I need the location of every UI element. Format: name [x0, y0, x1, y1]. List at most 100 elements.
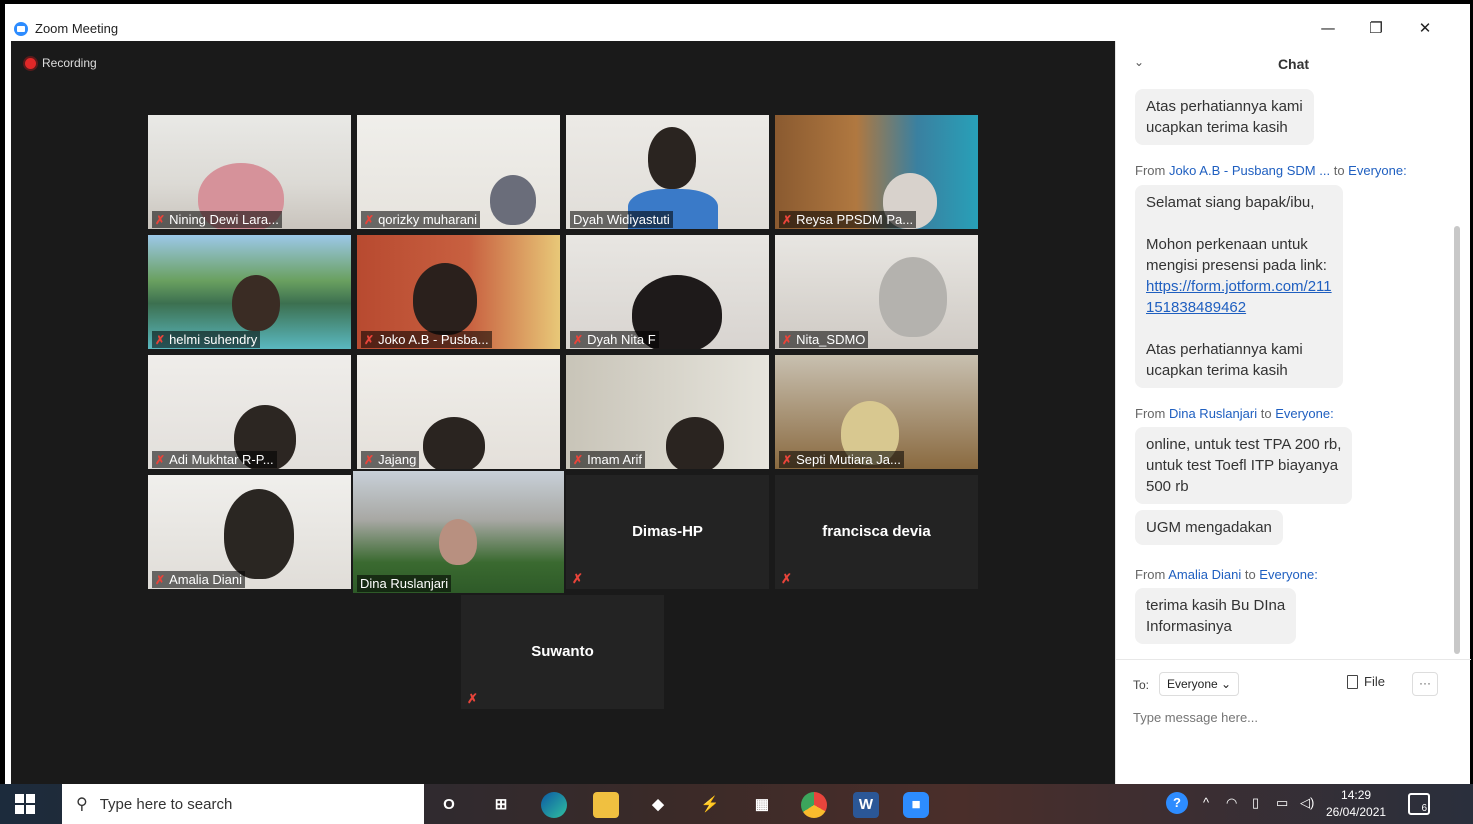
title-bar: Zoom Meeting — ❐ ✕ [5, 4, 1470, 42]
presence-link[interactable]: https://form.jotform.com/211 [1146, 276, 1332, 297]
edge-icon[interactable] [541, 792, 567, 818]
dropbox-icon[interactable]: ◆ [645, 792, 671, 818]
participant-name: Dyah Nita F [587, 332, 656, 347]
participant-name: Dina Ruslanjari [360, 576, 449, 591]
participant-name: Reysa PPSDM Pa... [796, 212, 914, 227]
keyboard-icon[interactable]: ▭ [1276, 795, 1288, 811]
chat-header: ⌄ Chat [1116, 41, 1471, 81]
restore-button[interactable]: ❐ [1361, 16, 1391, 40]
sender-link[interactable]: Amalia Diani [1168, 567, 1241, 582]
taskbar-clock[interactable]: 14:29 26/04/2021 [1326, 787, 1386, 821]
vs-code-icon[interactable]: ⚡ [697, 792, 723, 818]
video-tile[interactable]: ✗ Reysa PPSDM Pa... [775, 115, 978, 229]
task-view-icon[interactable]: ⊞ [488, 792, 514, 818]
more-options-button[interactable]: ··· [1412, 672, 1438, 696]
video-tile[interactable]: ✗ Nita_SDMO [775, 235, 978, 349]
start-button[interactable] [15, 794, 35, 814]
mic-muted-icon: ✗ [155, 452, 166, 467]
video-tile[interactable]: ✗ Adi Mukhtar R-P... [148, 355, 351, 469]
zoom-window: Zoom Meeting — ❐ ✕ Recording ✗ Nining Dew… [5, 4, 1471, 784]
store-icon[interactable]: ▦ [749, 792, 775, 818]
mic-muted-icon: ✗ [573, 332, 584, 347]
chat-bubble: Selamat siang bapak/ibu, Mohon perkenaan… [1135, 185, 1343, 388]
participant-name: Amalia Diani [169, 572, 243, 587]
gallery-view: Recording ✗ Nining Dewi Lara... ✗ qorizky … [11, 41, 1115, 784]
minimize-button[interactable]: — [1313, 16, 1343, 40]
video-tile[interactable]: ✗ Septi Mutiara Ja... [775, 355, 978, 469]
recording-label: Recording [42, 56, 97, 70]
mic-muted-icon: ✗ [781, 571, 792, 586]
network-icon[interactable]: ◠ [1226, 795, 1237, 811]
cortana-icon[interactable]: O [436, 792, 462, 818]
sender-link[interactable]: Dina Ruslanjari [1169, 406, 1257, 421]
participant-name: Dimas-HP [632, 523, 703, 540]
recording-indicator: Recording [25, 55, 97, 71]
file-button[interactable]: File [1347, 674, 1385, 689]
chat-bubble: terima kasih Bu DIna Informasinya [1135, 588, 1297, 644]
video-tile[interactable]: ✗ Nining Dewi Lara... [148, 115, 351, 229]
presence-link[interactable]: 151838489462 [1146, 297, 1332, 318]
taskbar-search[interactable]: ⚲ Type here to search [62, 784, 424, 824]
recipient-link[interactable]: Everyone: [1259, 567, 1318, 582]
mic-muted-icon: ✗ [782, 332, 793, 347]
video-tile[interactable]: ✗ helmi suhendry [148, 235, 351, 349]
notification-icon[interactable]: 6 [1408, 793, 1430, 815]
message-input[interactable] [1133, 710, 1453, 725]
volume-icon[interactable]: ◁) [1300, 795, 1314, 811]
mic-muted-icon: ✗ [155, 212, 166, 227]
mic-muted-icon: ✗ [572, 571, 583, 586]
participant-name: Suwanto [531, 643, 594, 660]
search-placeholder: Type here to search [99, 795, 233, 813]
tray-chevron-icon[interactable]: ^ [1203, 795, 1209, 810]
mic-muted-icon: ✗ [364, 212, 375, 227]
chat-scrollbar[interactable] [1454, 226, 1460, 654]
video-tile[interactable]: francisca devia ✗ [775, 475, 978, 589]
chrome-icon[interactable] [801, 792, 827, 818]
recipient-link[interactable]: Everyone: [1275, 406, 1334, 421]
video-tile[interactable]: ✗ Dyah Nita F [566, 235, 769, 349]
message-header: From Amalia Diani to Everyone: [1135, 567, 1318, 582]
active-speaker-tile[interactable]: Dina Ruslanjari [353, 471, 564, 593]
chat-bubble: Atas perhatiannya kami ucapkan terima ka… [1135, 89, 1314, 145]
battery-icon[interactable]: ▯ [1252, 795, 1259, 811]
chat-messages: Atas perhatiannya kami ucapkan terima ka… [1116, 85, 1456, 655]
participant-name: Nita_SDMO [796, 332, 866, 347]
participant-name: Septi Mutiara Ja... [796, 452, 901, 467]
mic-muted-icon: ✗ [782, 452, 793, 467]
chat-bubble: UGM mengadakan [1135, 510, 1283, 545]
mic-muted-icon: ✗ [364, 332, 375, 347]
participant-name: francisca devia [822, 523, 931, 540]
video-tile[interactable]: Suwanto ✗ [461, 595, 664, 709]
to-label: To: [1133, 678, 1150, 692]
participant-name: helmi suhendry [169, 332, 258, 347]
mic-muted-icon: ✗ [782, 212, 793, 227]
file-explorer-icon[interactable] [593, 792, 619, 818]
video-tile[interactable]: Dyah Widiyastuti [566, 115, 769, 229]
chat-composer: To: Everyone ⌄ File ··· [1116, 659, 1471, 784]
video-tile[interactable]: ✗ Imam Arif [566, 355, 769, 469]
help-icon[interactable]: ? [1166, 792, 1188, 814]
participant-name: Adi Mukhtar R-P... [169, 452, 274, 467]
message-header: From Joko A.B - Pusbang SDM ... to Every… [1135, 163, 1407, 178]
mic-muted-icon: ✗ [364, 452, 375, 467]
video-tile[interactable]: Dimas-HP ✗ [566, 475, 769, 589]
recipient-select[interactable]: Everyone ⌄ [1159, 672, 1240, 696]
video-tile[interactable]: ✗ Amalia Diani [148, 475, 351, 589]
file-icon [1347, 674, 1358, 689]
clock-time: 14:29 [1341, 788, 1372, 802]
record-icon [25, 57, 36, 69]
video-tile[interactable]: ✗ qorizky muharani [357, 115, 560, 229]
message-header: From Dina Ruslanjari to Everyone: [1135, 406, 1334, 421]
video-tile[interactable]: ✗ Jajang [357, 355, 560, 469]
word-icon[interactable]: W [853, 792, 879, 818]
recipient-link[interactable]: Everyone: [1348, 163, 1407, 178]
participant-name: Nining Dewi Lara... [169, 212, 279, 227]
chat-title: Chat [1277, 56, 1310, 72]
zoom-icon[interactable]: ■ [903, 792, 929, 818]
mic-muted-icon: ✗ [155, 572, 166, 587]
search-icon: ⚲ [76, 796, 88, 813]
sender-link[interactable]: Joko A.B - Pusbang SDM ... [1169, 163, 1330, 178]
close-button[interactable]: ✕ [1410, 16, 1440, 40]
video-tile[interactable]: ✗ Joko A.B - Pusba... [357, 235, 560, 349]
mic-muted-icon: ✗ [573, 452, 584, 467]
